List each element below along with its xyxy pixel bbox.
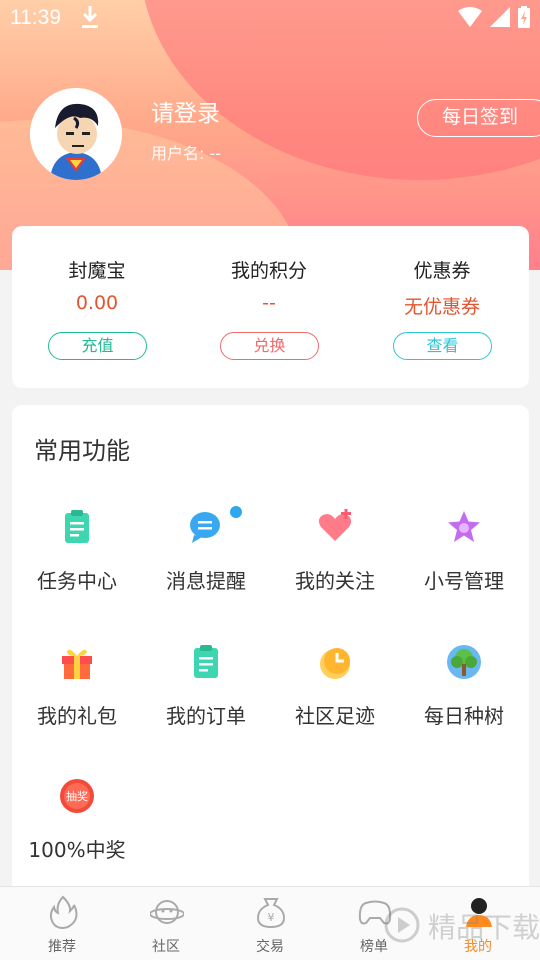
- message-unread-dot: [230, 506, 242, 518]
- feature-label: 消息提醒: [166, 569, 246, 593]
- feature-label: 小号管理: [424, 569, 504, 593]
- username-row: 用户名: --: [151, 140, 221, 164]
- feature-messages[interactable]: 消息提醒: [141, 506, 271, 619]
- wallet-card: 封魔宝 0.00 充值 我的积分 -- 兑换 优惠券 无优惠券 查看: [12, 226, 529, 388]
- svg-text:¥: ¥: [268, 911, 275, 924]
- wallet-value: 无优惠券: [403, 296, 480, 318]
- feature-daily-tree[interactable]: 每日种树: [399, 644, 529, 754]
- feature-my-gifts[interactable]: 我的礼包: [12, 644, 142, 754]
- wallet-label: 优惠券: [413, 260, 471, 282]
- view-coupons-button[interactable]: 查看: [393, 332, 492, 360]
- nav-tab-community[interactable]: 社区: [112, 887, 220, 960]
- feature-community-footprint[interactable]: 社区足迹: [270, 644, 400, 754]
- watermark-text: 精品下载: [428, 911, 540, 944]
- feature-label: 我的礼包: [37, 704, 117, 728]
- username-value: --: [209, 144, 222, 163]
- flame-icon: [49, 895, 78, 929]
- nav-label: 社区: [152, 939, 180, 955]
- avatar[interactable]: [30, 88, 122, 180]
- tree-icon: [447, 645, 481, 679]
- wallet-label: 我的积分: [230, 260, 307, 282]
- exchange-button[interactable]: 兑换: [220, 332, 319, 360]
- wifi-icon: [458, 7, 482, 27]
- nav-tab-trade[interactable]: ¥ 交易: [216, 887, 324, 960]
- wallet-value: 0.00: [75, 292, 119, 314]
- wallet-label: 封魔宝: [68, 260, 126, 282]
- clock-icon: [320, 648, 350, 679]
- signal-icon: [490, 7, 510, 27]
- feature-label: 社区足迹: [295, 704, 375, 728]
- status-time: 11:39: [10, 6, 61, 29]
- message-icon: [190, 512, 220, 543]
- recharge-button[interactable]: 充值: [48, 332, 147, 360]
- feature-label: 我的订单: [166, 704, 246, 728]
- feature-label: 每日种树: [424, 704, 504, 728]
- feature-my-follows[interactable]: 我的关注: [270, 509, 400, 619]
- nav-label: 交易: [256, 939, 284, 955]
- order-icon: [194, 645, 218, 678]
- star-icon: [448, 511, 480, 542]
- feature-alt-accounts[interactable]: 小号管理: [399, 509, 529, 619]
- watermark-logo: 精品下载: [384, 893, 540, 960]
- feature-label: 我的关注: [295, 569, 375, 593]
- nav-tab-recommend[interactable]: 推荐: [8, 887, 116, 960]
- status-bar: 11:39: [0, 0, 540, 36]
- planet-icon: [150, 900, 184, 924]
- wallet-value: --: [262, 292, 276, 314]
- download-icon: [82, 6, 98, 28]
- gift-icon: [62, 649, 92, 679]
- lottery-icon: 抽奖: [60, 779, 94, 813]
- task-icon: [65, 510, 89, 543]
- common-features-card: 常用功能 任务中心 消息提醒 我的关注 小号管理 我的礼包 我的订单 社区足迹 …: [12, 405, 529, 895]
- heart-icon: [318, 509, 352, 541]
- feature-my-orders[interactable]: 我的订单: [141, 644, 271, 754]
- feature-lottery[interactable]: 抽奖 100%中奖: [12, 778, 142, 888]
- battery-icon: [518, 6, 530, 28]
- username-label: 用户名:: [151, 144, 205, 163]
- login-prompt[interactable]: 请登录: [151, 94, 220, 128]
- daily-checkin-button[interactable]: 每日签到: [417, 99, 540, 137]
- nav-label: 推荐: [48, 939, 76, 955]
- features-title: 常用功能: [34, 437, 130, 465]
- feature-label: 100%中奖: [28, 838, 126, 862]
- lottery-badge-text: 抽奖: [66, 789, 88, 803]
- feature-label: 任务中心: [37, 569, 117, 593]
- money-bag-icon: ¥: [256, 898, 286, 929]
- feature-task-center[interactable]: 任务中心: [12, 509, 142, 619]
- superman-avatar-icon: [30, 88, 122, 180]
